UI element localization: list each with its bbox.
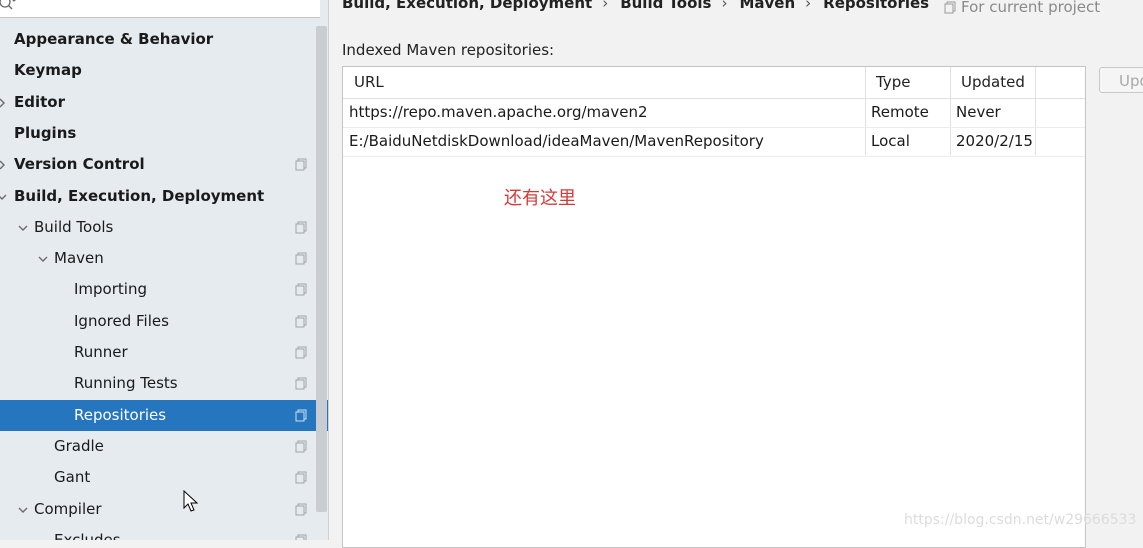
- project-scope-icon: [295, 315, 307, 328]
- sidebar-scrollbar[interactable]: [316, 26, 327, 512]
- breadcrumb-item[interactable]: Maven: [739, 0, 795, 12]
- for-current-project-text: For current project: [961, 0, 1101, 16]
- table-row[interactable]: E:/BaiduNetdiskDownload/ideaMaven/MavenR…: [343, 127, 1085, 157]
- sidebar-item-label: Version Control: [14, 155, 145, 174]
- sidebar-item-label: Maven: [54, 249, 104, 268]
- sidebar-item-ignored-files[interactable]: Ignored Files: [0, 306, 316, 337]
- project-scope-icon: [295, 503, 307, 515]
- chevron-right-icon[interactable]: [0, 160, 7, 170]
- column-header-updated[interactable]: Updated: [961, 67, 1025, 98]
- sidebar-item-appearance-behavior[interactable]: Appearance & Behavior: [0, 24, 316, 55]
- settings-sidebar: Appearance & Behavior Keymap Editor Plugins…: [0, 0, 329, 540]
- repo-url-cell: https://repo.maven.apache.org/maven2: [349, 103, 648, 121]
- column-header-url[interactable]: URL: [354, 67, 384, 98]
- sidebar-item-label: Editor: [14, 92, 65, 111]
- project-scope-icon: [295, 377, 307, 390]
- repo-type-cell: Local: [871, 132, 910, 150]
- sidebar-item-label: Appearance & Behavior: [14, 30, 214, 48]
- project-scope-icon: [295, 471, 307, 484]
- sidebar-item-label: Runner: [74, 343, 128, 361]
- update-button[interactable]: Update: [1099, 67, 1143, 93]
- project-scope-icon: [295, 409, 307, 422]
- sidebar-item-runner[interactable]: Runner: [0, 337, 316, 368]
- project-scope-icon: [944, 1, 956, 14]
- repositories-table: URL Type Updated https://repo.maven.apac…: [342, 66, 1086, 548]
- sidebar-item-repositories[interactable]: Repositories: [0, 399, 328, 431]
- chevron-down-icon[interactable]: [38, 254, 48, 264]
- handwritten-annotation: 还有这里: [504, 188, 576, 209]
- sidebar-item-label: Compiler: [34, 499, 102, 518]
- sidebar-item-excludes[interactable]: Excludes: [0, 525, 316, 540]
- sidebar-item-build-execution-deployment[interactable]: Build, Execution, Deployment: [0, 181, 316, 212]
- search-icon: [0, 0, 16, 10]
- sidebar-item-gant[interactable]: Gant: [0, 462, 316, 493]
- project-scope-icon: [295, 158, 307, 171]
- chevron-down-icon[interactable]: [0, 192, 7, 202]
- repo-type-cell: Remote: [871, 103, 929, 121]
- breadcrumb-item[interactable]: Build, Execution, Deployment: [342, 0, 592, 12]
- sidebar-item-running-tests[interactable]: Running Tests: [0, 368, 316, 399]
- chevron-right-icon[interactable]: [0, 98, 7, 108]
- project-scope-icon: [295, 221, 307, 234]
- breadcrumb-item[interactable]: Build Tools: [620, 0, 711, 12]
- sidebar-item-label: Excludes: [54, 530, 121, 540]
- breadcrumb: Build, Execution, Deployment › Build Tools…: [342, 0, 937, 14]
- sidebar-item-importing[interactable]: Importing: [0, 274, 316, 305]
- sidebar-item-label: Ignored Files: [74, 311, 169, 330]
- sidebar-item-label: Build Tools: [34, 217, 114, 236]
- breadcrumb-separator: ›: [602, 0, 609, 12]
- column-header-type[interactable]: Type: [876, 67, 910, 98]
- repo-updated-cell: 2020/2/15: [956, 132, 1033, 150]
- project-scope-icon: [295, 283, 307, 296]
- sidebar-item-label: Running Tests: [74, 374, 178, 393]
- sidebar-item-editor[interactable]: Editor: [0, 87, 316, 118]
- settings-search-input[interactable]: [0, 0, 320, 18]
- breadcrumb-separator: ›: [805, 0, 812, 12]
- project-scope-icon: [295, 440, 307, 453]
- watermark: https://blog.csdn.net/w29666533: [904, 512, 1137, 528]
- sidebar-item-build-tools[interactable]: Build Tools: [0, 212, 316, 243]
- project-scope-icon: [295, 534, 307, 540]
- sidebar-item-label: Repositories: [74, 405, 167, 424]
- sidebar-item-gradle[interactable]: Gradle: [0, 431, 316, 462]
- repo-url-cell: E:/BaiduNetdiskDownload/ideaMaven/MavenR…: [349, 132, 764, 150]
- indexed-repositories-label: Indexed Maven repositories:: [342, 41, 555, 59]
- project-scope-icon: [295, 252, 307, 265]
- sidebar-item-keymap[interactable]: Keymap: [0, 55, 316, 86]
- chevron-down-icon[interactable]: [18, 223, 28, 233]
- sidebar-item-label: Gradle: [54, 436, 104, 455]
- project-scope-icon: [295, 346, 307, 359]
- sidebar-item-label: Keymap: [14, 61, 82, 80]
- sidebar-item-version-control[interactable]: Version Control: [0, 149, 316, 180]
- sidebar-item-maven[interactable]: Maven: [0, 243, 316, 274]
- repo-updated-cell: Never: [956, 103, 1001, 121]
- sidebar-item-label: Importing: [74, 280, 147, 299]
- breadcrumb-separator: ›: [721, 0, 728, 12]
- chevron-down-icon[interactable]: [18, 505, 28, 515]
- sidebar-item-label: Build, Execution, Deployment: [14, 186, 265, 205]
- sidebar-item-plugins[interactable]: Plugins: [0, 118, 316, 149]
- sidebar-item-compiler[interactable]: Compiler: [0, 494, 316, 525]
- mouse-cursor-icon: [183, 490, 199, 512]
- breadcrumb-item: Repositories: [823, 0, 930, 12]
- table-row[interactable]: https://repo.maven.apache.org/maven2 Rem…: [343, 98, 1085, 128]
- sidebar-item-label: Plugins: [14, 123, 77, 142]
- sidebar-item-label: Gant: [54, 468, 91, 487]
- table-header: URL Type Updated: [343, 67, 1085, 99]
